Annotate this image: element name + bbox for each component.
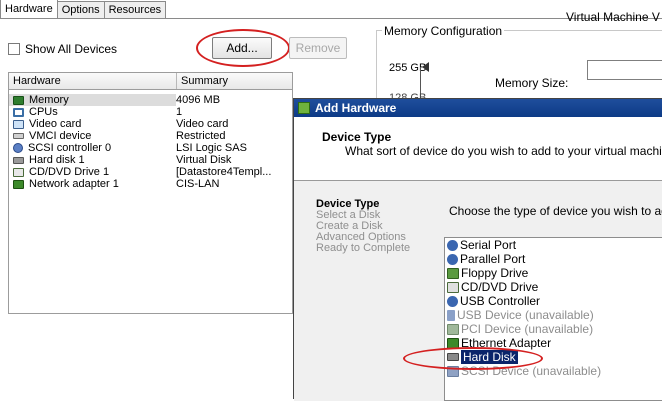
- row-name: Video card: [29, 118, 82, 130]
- row-name: Hard disk 1: [29, 154, 85, 166]
- device-label: Floppy Drive: [461, 266, 529, 280]
- device-type-list[interactable]: Serial Port Parallel Port Floppy Drive C…: [444, 237, 662, 401]
- choose-device-prompt: Choose the type of device you wish to ad: [449, 204, 662, 218]
- cd-dvd-icon: [13, 167, 24, 177]
- list-item[interactable]: Floppy Drive: [445, 266, 662, 280]
- row-name: Network adapter 1: [29, 178, 119, 190]
- memory-icon: [13, 95, 24, 105]
- row-summary: 4096 MB: [176, 94, 221, 106]
- parallel-port-icon: [447, 253, 458, 265]
- row-summary: 1: [176, 106, 183, 118]
- table-header: Hardware Summary: [9, 73, 292, 90]
- row-name: SCSI controller 0: [28, 142, 112, 154]
- device-label: Parallel Port: [460, 252, 526, 266]
- table-row[interactable]: CPUs 1: [9, 106, 292, 118]
- device-label: PCI Device (unavailable): [461, 322, 594, 336]
- network-adapter-icon: [13, 179, 24, 189]
- column-header-summary[interactable]: Summary: [177, 73, 228, 89]
- row-summary: Video card: [176, 118, 229, 130]
- hard-disk-icon: [13, 156, 24, 164]
- tab-resources[interactable]: Resources: [103, 1, 167, 18]
- list-item[interactable]: USB Controller: [445, 294, 662, 308]
- device-label: USB Device (unavailable): [457, 308, 594, 322]
- show-all-devices-label: Show All Devices: [25, 42, 118, 56]
- memory-size-input[interactable]: [587, 60, 662, 80]
- remove-button[interactable]: Remove: [289, 37, 347, 59]
- floppy-drive-icon: [447, 267, 459, 279]
- table-row[interactable]: CD/DVD Drive 1 [Datastore4Templ...: [9, 166, 292, 178]
- tab-strip: Hardware Options Resources: [0, 0, 167, 18]
- list-item[interactable]: Serial Port: [445, 238, 662, 252]
- list-item[interactable]: USB Device (unavailable): [445, 308, 662, 322]
- usb-controller-icon: [447, 295, 458, 307]
- list-item[interactable]: PCI Device (unavailable): [445, 322, 662, 336]
- scsi-controller-icon: [13, 143, 23, 153]
- table-row[interactable]: Memory 4096 MB: [9, 94, 292, 106]
- checkbox-box[interactable]: [8, 43, 20, 55]
- table-row[interactable]: Network adapter 1 CIS-LAN: [9, 178, 292, 190]
- table-row[interactable]: Video card Video card: [9, 118, 292, 130]
- cpu-icon: [13, 107, 24, 117]
- row-summary: Virtual Disk: [176, 154, 232, 166]
- dialog-header-title: Device Type: [322, 130, 392, 144]
- row-summary: Restricted: [176, 130, 226, 142]
- row-name: Memory: [29, 94, 69, 106]
- tab-options[interactable]: Options: [56, 1, 105, 18]
- cd-dvd-drive-icon: [447, 281, 459, 293]
- memory-size-label: Memory Size:: [495, 76, 569, 90]
- tab-strip-border: [0, 18, 662, 19]
- add-hardware-icon: [298, 102, 310, 114]
- tab-hardware[interactable]: Hardware: [0, 0, 58, 18]
- annotation-oval-add: [196, 29, 290, 67]
- device-label: Serial Port: [460, 238, 517, 252]
- dialog-header: Device Type What sort of device do you w…: [294, 117, 662, 181]
- usb-device-icon: [447, 309, 455, 321]
- list-item[interactable]: CD/DVD Drive: [445, 280, 662, 294]
- device-label: USB Controller: [460, 294, 541, 308]
- table-row[interactable]: SCSI controller 0 LSI Logic SAS: [9, 142, 292, 154]
- serial-port-icon: [447, 239, 458, 251]
- step-ready-to-complete: Ready to Complete: [316, 242, 411, 254]
- wizard-steps: Device Type Select a Disk Create a Disk …: [316, 199, 410, 254]
- hardware-table: Hardware Summary Memory 4096 MB CPUs 1 V…: [8, 72, 293, 314]
- dialog-header-subtitle: What sort of device do you wish to add t…: [345, 144, 662, 158]
- row-name: CD/DVD Drive 1: [29, 166, 110, 178]
- row-name: CPUs: [29, 106, 58, 118]
- dialog-title: Add Hardware: [315, 101, 397, 115]
- column-header-hardware[interactable]: Hardware: [9, 73, 177, 89]
- dialog-title-bar[interactable]: Add Hardware: [294, 99, 662, 117]
- memory-slider-pointer-icon[interactable]: [422, 62, 430, 72]
- row-summary: CIS-LAN: [176, 178, 220, 190]
- device-label: CD/DVD Drive: [461, 280, 539, 294]
- list-item[interactable]: Parallel Port: [445, 252, 662, 266]
- vm-version-text: Virtual Machine V: [566, 10, 660, 24]
- table-row[interactable]: VMCI device Restricted: [9, 130, 292, 142]
- annotation-oval-hard-disk: [403, 347, 543, 370]
- row-name: VMCI device: [29, 130, 92, 142]
- row-summary: LSI Logic SAS: [176, 142, 247, 154]
- pci-device-icon: [447, 323, 459, 335]
- memory-configuration-label: Memory Configuration: [382, 24, 505, 38]
- row-summary: [Datastore4Templ...: [176, 166, 272, 178]
- video-card-icon: [13, 119, 24, 129]
- vmci-device-icon: [13, 133, 24, 139]
- show-all-devices-checkbox[interactable]: Show All Devices: [8, 42, 117, 56]
- table-row[interactable]: Hard disk 1 Virtual Disk: [9, 154, 292, 166]
